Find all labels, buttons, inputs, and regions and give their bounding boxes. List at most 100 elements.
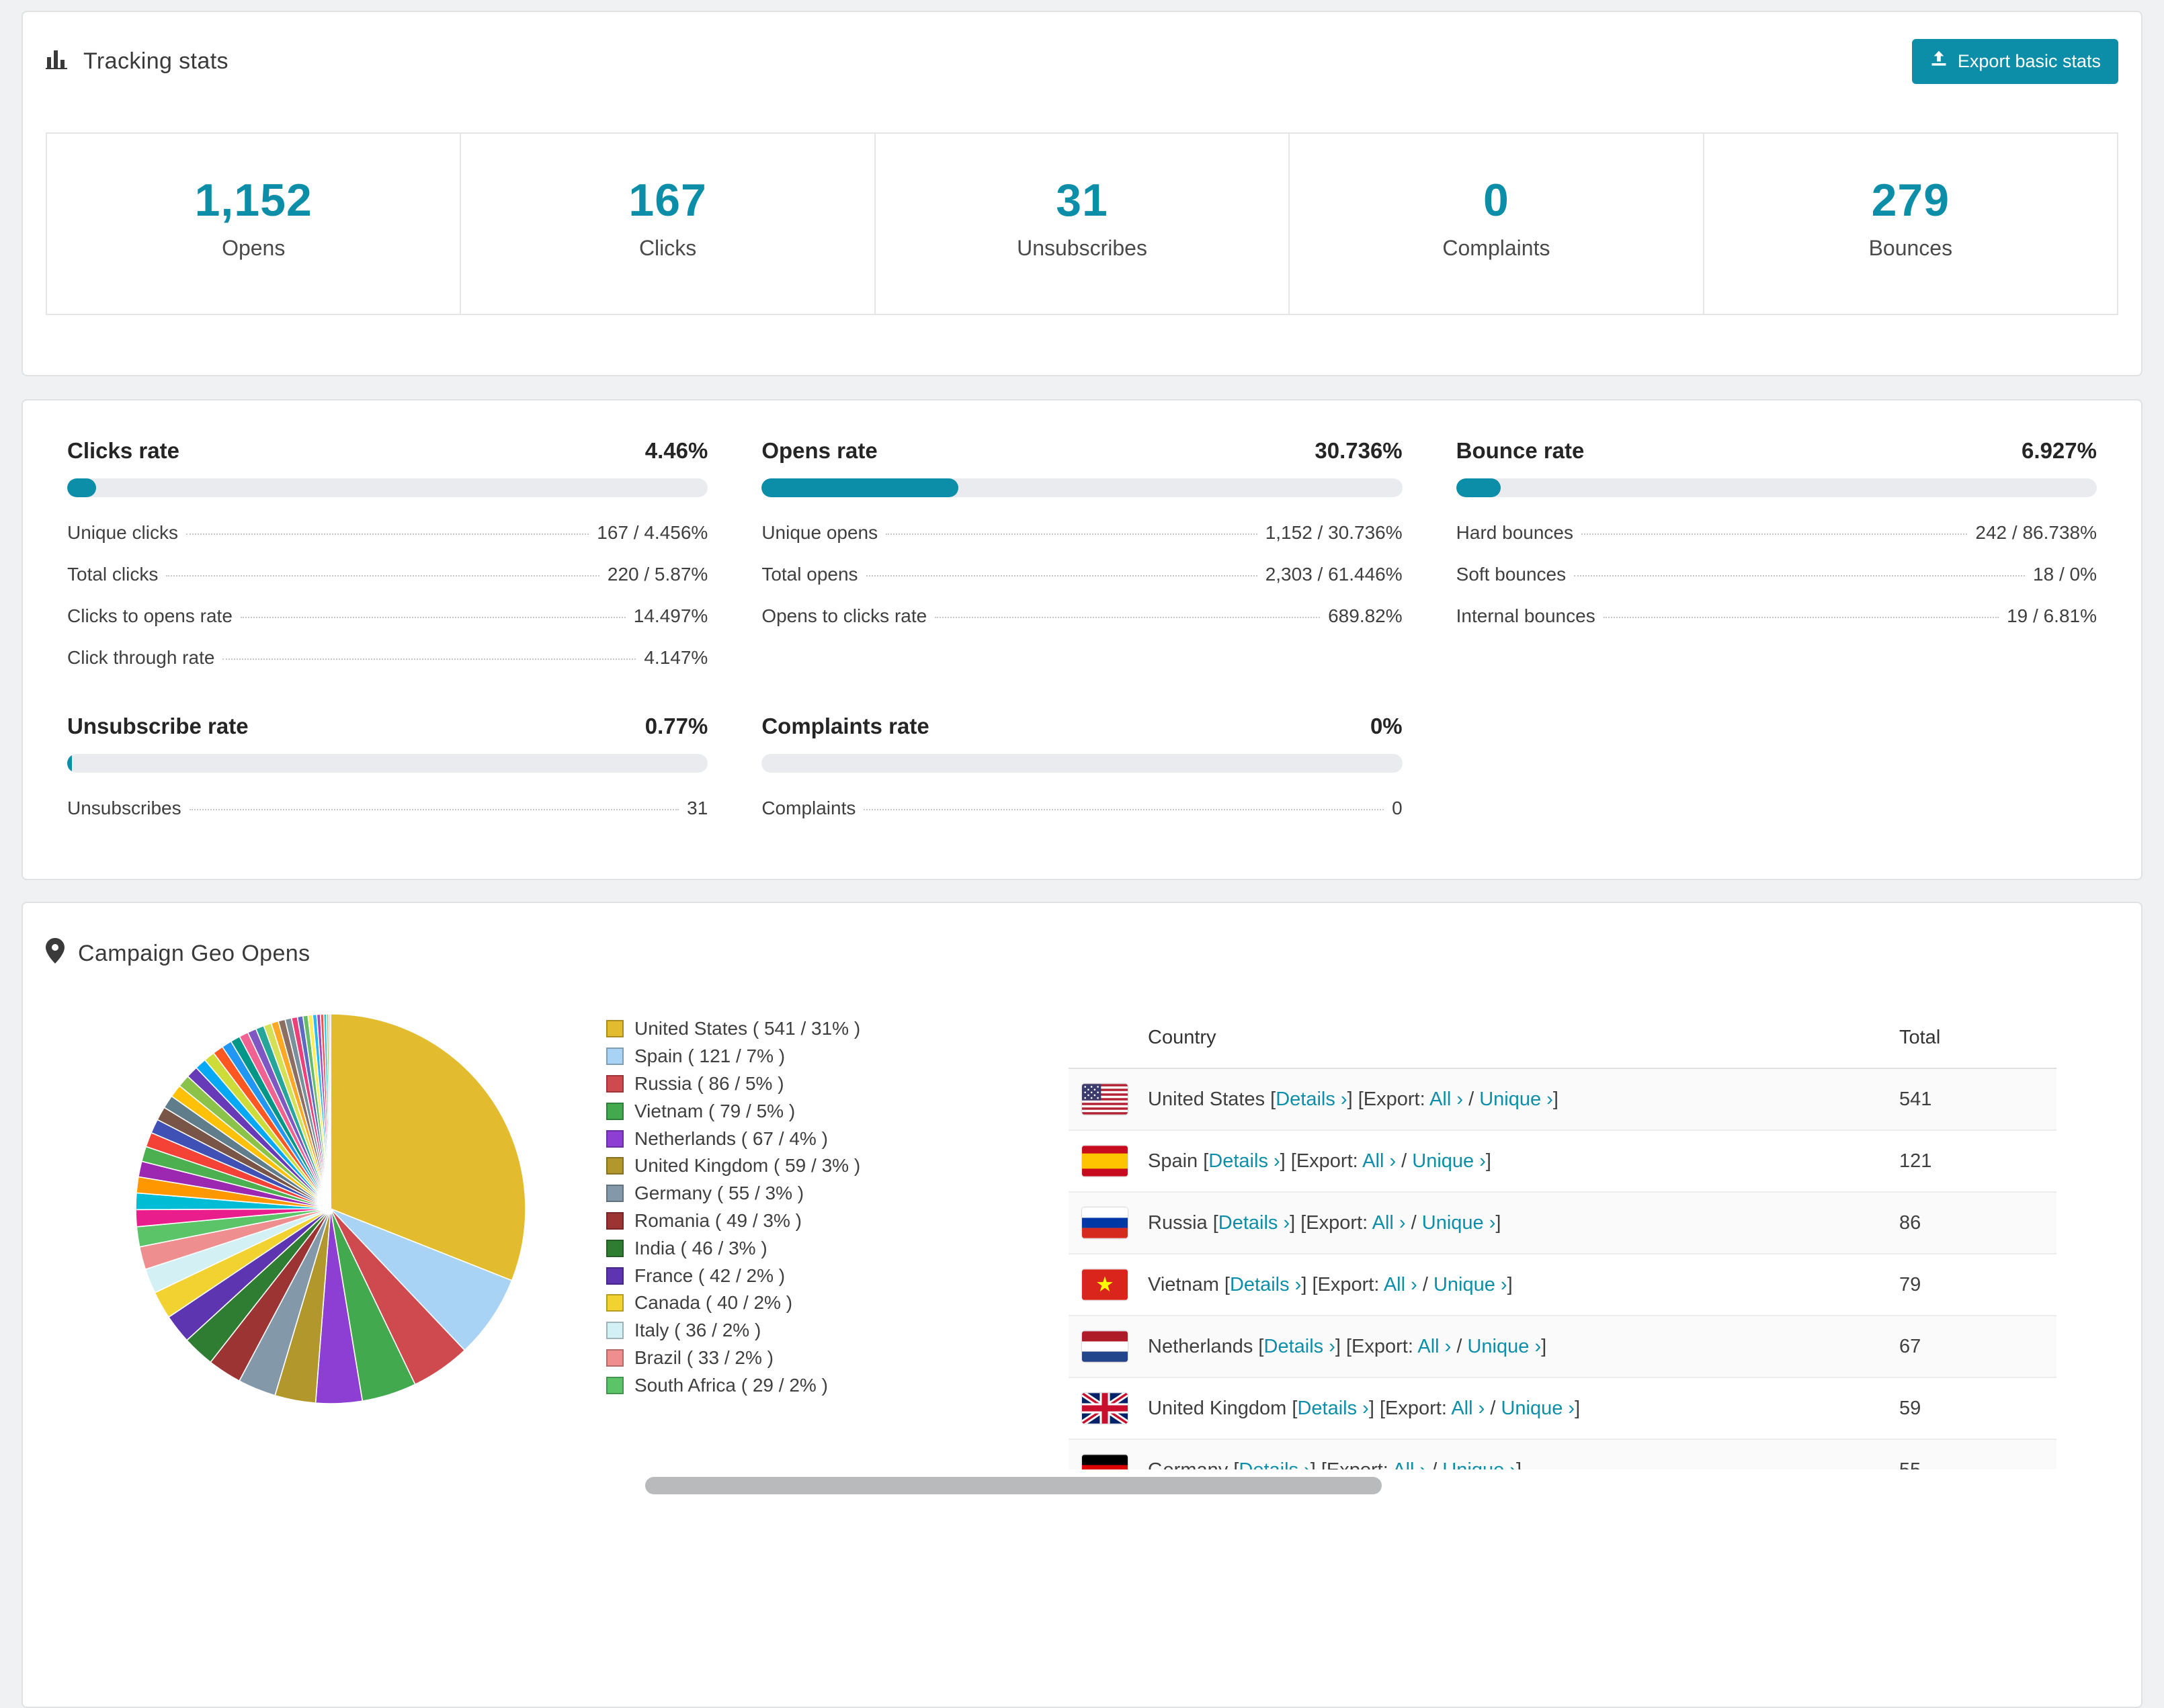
legend-item: United States ( 541 / 31% ): [606, 1015, 945, 1043]
legend-swatch: [606, 1129, 624, 1148]
details-link[interactable]: Details ›: [1230, 1274, 1301, 1295]
dotted-leader: [1574, 575, 2026, 577]
legend-item: Romania ( 49 / 3% ): [606, 1207, 945, 1235]
details-link[interactable]: Details ›: [1264, 1336, 1335, 1357]
stat-box: 31 Unsubscribes: [874, 132, 1290, 315]
stat-label: Bounces: [1868, 236, 1953, 260]
table-row: Germany [Details ›] [Export: All › / Uni…: [1069, 1440, 2056, 1469]
dotted-leader: [1603, 617, 1999, 618]
total-cell: 541: [1899, 1088, 1932, 1110]
legend-item: United Kingdom ( 59 / 3% ): [606, 1152, 945, 1180]
rate-row-value: 242 / 86.738%: [1975, 522, 2097, 543]
rate-row-label: Total opens: [761, 564, 858, 585]
legend-item: South Africa ( 29 / 2% ): [606, 1371, 945, 1399]
rate-row-value: 4.147%: [644, 647, 708, 668]
rate-row-label: Internal bounces: [1456, 605, 1595, 626]
details-link[interactable]: Details ›: [1239, 1459, 1310, 1470]
stat-label: Opens: [222, 236, 286, 260]
legend-swatch: [606, 1294, 624, 1312]
legend-label: Romania ( 49 / 3% ): [634, 1209, 802, 1231]
rate-row-label: Complaints: [761, 798, 856, 818]
export-unique-link[interactable]: Unique ›: [1442, 1459, 1516, 1470]
table-row: United Kingdom [Details ›] [Export: All …: [1069, 1378, 2056, 1440]
page-title: Tracking stats: [83, 48, 228, 74]
legend-swatch: [606, 1239, 624, 1257]
country-links: Vietnam [Details ›] [Export: All › / Uni…: [1148, 1273, 1513, 1295]
export-all-link[interactable]: All ›: [1417, 1336, 1451, 1357]
export-all-link[interactable]: All ›: [1451, 1398, 1485, 1419]
export-all-link[interactable]: All ›: [1362, 1150, 1396, 1172]
legend-label: Germany ( 55 / 3% ): [634, 1183, 804, 1204]
export-all-link[interactable]: All ›: [1429, 1088, 1463, 1110]
legend-item: France ( 42 / 2% ): [606, 1262, 945, 1289]
rate-row-value: 31: [687, 798, 708, 818]
export-all-link[interactable]: All ›: [1392, 1459, 1426, 1470]
horizontal-scrollbar-thumb[interactable]: [645, 1477, 1382, 1494]
dotted-leader: [185, 533, 589, 535]
rate-percentage: 6.927%: [2022, 438, 2097, 463]
details-link[interactable]: Details ›: [1208, 1150, 1280, 1172]
export-unique-link[interactable]: Unique ›: [1467, 1336, 1541, 1357]
page: { "colors": { "accent": "#0d8ea8", "bar_…: [0, 11, 2164, 1708]
progress-bar-fill: [67, 754, 73, 773]
legend-label: South Africa ( 29 / 2% ): [634, 1374, 828, 1396]
total-cell: 67: [1899, 1335, 1921, 1357]
export-all-link[interactable]: All ›: [1372, 1212, 1406, 1234]
rate-row-label: Total clicks: [67, 564, 159, 585]
stat-value: 0: [1483, 175, 1509, 226]
details-link[interactable]: Details ›: [1218, 1212, 1290, 1234]
country-links: Russia [Details ›] [Export: All › / Uniq…: [1148, 1211, 1501, 1234]
rate-row: Total clicks 220 / 5.87%: [67, 554, 708, 595]
export-all-link[interactable]: All ›: [1384, 1274, 1417, 1295]
legend-label: Italy ( 36 / 2% ): [634, 1320, 761, 1341]
stat-value: 31: [1056, 175, 1108, 226]
legend-swatch: [606, 1185, 624, 1203]
rate-row: Soft bounces 18 / 0%: [1456, 554, 2097, 595]
stat-label: Unsubscribes: [1017, 236, 1147, 260]
details-link[interactable]: Details ›: [1276, 1088, 1347, 1110]
rate-row: Unique opens 1,152 / 30.736%: [761, 512, 1402, 554]
table-row: Spain [Details ›] [Export: All › / Uniqu…: [1069, 1131, 2056, 1193]
country-cell: United States [Details ›] [Export: All ›…: [1082, 1084, 1899, 1115]
legend-label: Brazil ( 33 / 2% ): [634, 1347, 774, 1368]
dotted-leader: [166, 575, 599, 577]
total-cell: 79: [1899, 1273, 1921, 1295]
country-links: Spain [Details ›] [Export: All › / Uniqu…: [1148, 1150, 1491, 1172]
export-unique-link[interactable]: Unique ›: [1479, 1088, 1553, 1110]
dotted-leader: [1581, 533, 1968, 535]
legend-label: Canada ( 40 / 2% ): [634, 1292, 793, 1314]
total-cell: 55: [1899, 1459, 2043, 1470]
export-unique-link[interactable]: Unique ›: [1422, 1212, 1496, 1234]
stat-label: Clicks: [638, 236, 697, 260]
rate-card-opens: Opens rate 30.736% Unique opens 1,152 / 30.…: [761, 438, 1403, 679]
export-icon: [1929, 50, 1948, 73]
geo-section-title: Campaign Geo Opens: [78, 941, 310, 966]
total-cell: 59: [1899, 1397, 1921, 1419]
export-basic-stats-button[interactable]: Export basic stats: [1911, 39, 2118, 84]
legend-item: Vietnam ( 79 / 5% ): [606, 1097, 945, 1125]
legend-swatch: [606, 1376, 624, 1394]
country-cell: Netherlands [Details ›] [Export: All › /…: [1082, 1331, 1899, 1362]
country-cell: Germany [Details ›] [Export: All › / Uni…: [1082, 1455, 1899, 1469]
country-cell: Vietnam [Details ›] [Export: All › / Uni…: [1082, 1269, 1899, 1300]
legend-label: France ( 42 / 2% ): [634, 1265, 786, 1286]
export-unique-link[interactable]: Unique ›: [1501, 1398, 1575, 1419]
details-link[interactable]: Details ›: [1297, 1398, 1368, 1419]
export-unique-link[interactable]: Unique ›: [1433, 1274, 1507, 1295]
rate-row: Total opens 2,303 / 61.446%: [761, 554, 1402, 595]
table-row: Netherlands [Details ›] [Export: All › /…: [1069, 1316, 2056, 1378]
rate-row: Complaints 0: [761, 787, 1402, 829]
rate-row: Unique clicks 167 / 4.456%: [67, 512, 708, 554]
legend-label: Netherlands ( 67 / 4% ): [634, 1127, 828, 1149]
geo-pie-svg: [135, 1013, 526, 1404]
legend-item: Spain ( 121 / 7% ): [606, 1043, 945, 1070]
progress-bar-track: [1456, 478, 2097, 497]
legend-swatch: [606, 1048, 624, 1066]
rate-title: Complaints rate: [761, 714, 929, 738]
export-unique-link[interactable]: Unique ›: [1412, 1150, 1486, 1172]
rate-card-clicks: Clicks rate 4.46% Unique clicks 167 / 4.456…: [67, 438, 708, 679]
table-row: Vietnam [Details ›] [Export: All › / Uni…: [1069, 1254, 2056, 1316]
rate-percentage: 0%: [1370, 714, 1403, 738]
rate-card-bounce: Bounce rate 6.927% Hard bounces 242 / 86.73…: [1456, 438, 2097, 679]
stat-value: 279: [1871, 175, 1950, 226]
